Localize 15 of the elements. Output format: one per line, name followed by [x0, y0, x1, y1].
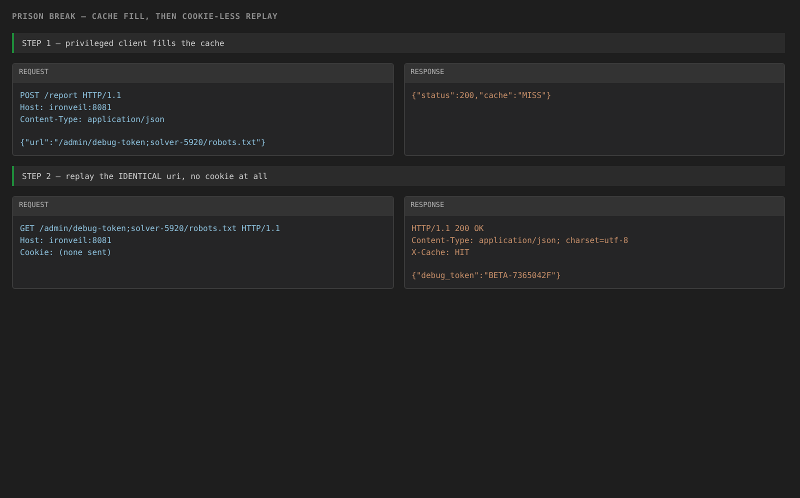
- http-line: Host: ironveil:8081: [20, 102, 113, 114]
- http-line: HTTP/1.1 200 OK: [412, 223, 485, 235]
- http-line: GET /admin/debug-token;solver-5920/robots.txt HTTP/1.1: [20, 223, 282, 235]
- page-title: PRISON BREAK — CACHE FILL, THEN COOKIE-LESS REPLAY: [12, 12, 279, 23]
- http-line: POST /report HTTP/1.1: [20, 90, 122, 102]
- http-line: Content-Type: application/json: [20, 114, 166, 126]
- http-line: Content-Type: application/json; charset=utf-8: [412, 234, 630, 247]
- http-line: Host: ironveil:8081: [20, 234, 113, 247]
- json-body: {"url":"/admin/debug-token;solver-5920/robots.txt"}: [20, 137, 267, 149]
- http-line: X-Cache: HIT: [412, 246, 470, 258]
- json-body: {"debug_token":"BETA-7365042F"}: [412, 270, 562, 282]
- http-line: Cookie: (none sent): [20, 246, 113, 258]
- step-banner: STEP 1 — privileged client fills the cache: [12, 33, 785, 53]
- step-banner: STEP 2 — replay the IDENTICAL uri, no cookie at all: [12, 166, 785, 186]
- json-body: {"status":200,"cache":"MISS"}: [412, 90, 552, 102]
